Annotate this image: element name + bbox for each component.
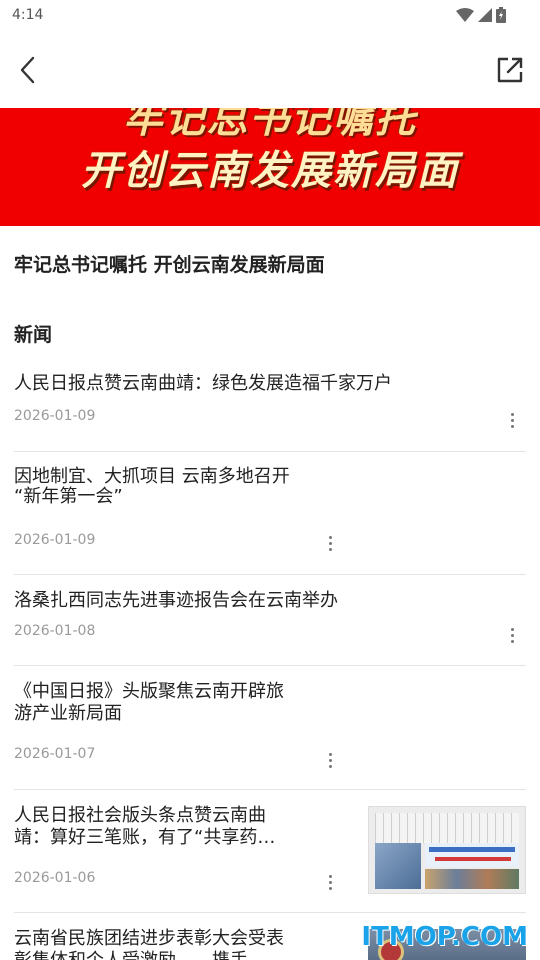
banner-headline: 开创云南发展新局面 bbox=[81, 148, 459, 194]
more-dot bbox=[510, 633, 514, 637]
more-dot bbox=[328, 541, 332, 545]
news-title: 云南省民族团结进步表彰大会受表 bbox=[14, 928, 284, 949]
article-title: 牢记总书记嘱托 开创云南发展新局面 bbox=[14, 254, 325, 276]
more-dot bbox=[510, 412, 514, 416]
chevron-left-icon bbox=[20, 56, 35, 84]
more-dot bbox=[328, 535, 332, 539]
news-title-cont: “新年第一会” bbox=[14, 486, 123, 507]
news-thumbnail bbox=[368, 806, 526, 894]
more-dot bbox=[328, 547, 332, 551]
news-item[interactable]: 人民日报社会版头条点赞云南曲 靖：算好三笔账，有了“共享药… 2026-01-0… bbox=[14, 790, 526, 913]
more-options-button[interactable] bbox=[502, 408, 522, 432]
news-date: 2026-01-08 bbox=[14, 623, 96, 639]
news-item[interactable]: 《中国日报》头版聚焦云南开辟旅 游产业新局面 2026-01-07 bbox=[14, 666, 526, 790]
thumb-subhead-bar bbox=[435, 857, 511, 861]
more-options-button[interactable] bbox=[320, 748, 340, 772]
more-dot bbox=[510, 627, 514, 631]
news-title: 人民日报社会版头条点赞云南曲 bbox=[14, 805, 266, 826]
news-item[interactable]: 因地制宜、大抓项目 云南多地召开 “新年第一会” 2026-01-09 bbox=[14, 452, 526, 575]
battery-icon bbox=[496, 7, 506, 23]
open-external-icon bbox=[497, 57, 523, 83]
news-item[interactable]: 洛桑扎西同志先进事迹报告会在云南举办 2026-01-08 bbox=[14, 575, 526, 666]
more-options-button[interactable] bbox=[502, 623, 522, 647]
thumb-photo-strip bbox=[425, 869, 519, 889]
cell-signal-icon bbox=[478, 8, 492, 22]
open-external-button[interactable] bbox=[494, 54, 526, 86]
news-title-cont: 靖：算好三笔账，有了“共享药… bbox=[14, 827, 276, 848]
news-date: 2026-01-09 bbox=[14, 408, 96, 424]
more-dot bbox=[328, 874, 332, 878]
more-dot bbox=[510, 424, 514, 428]
more-dot bbox=[510, 418, 514, 422]
status-bar: 4:14 bbox=[0, 0, 540, 32]
thumb-paper-columns bbox=[375, 813, 519, 843]
thumb-photo bbox=[375, 843, 421, 889]
news-title-cont: 游产业新局面 bbox=[14, 703, 122, 724]
article-banner: 牢记总书记嘱托 开创云南发展新局面 bbox=[0, 108, 540, 226]
news-title-cont: 彰集体和个人受激励——携手… bbox=[14, 949, 266, 960]
more-dot bbox=[328, 886, 332, 890]
status-icons bbox=[456, 6, 506, 24]
more-options-button[interactable] bbox=[320, 531, 340, 555]
news-title: 洛桑扎西同志先进事迹报告会在云南举办 bbox=[14, 590, 338, 611]
news-date: 2026-01-07 bbox=[14, 746, 96, 762]
more-dot bbox=[328, 758, 332, 762]
more-dot bbox=[510, 639, 514, 643]
news-item[interactable]: 人民日报点赞云南曲靖：绿色发展造福千家万户 2026-01-09 bbox=[14, 366, 526, 452]
wifi-icon bbox=[456, 8, 474, 22]
section-title: 新闻 bbox=[14, 324, 53, 346]
back-button[interactable] bbox=[12, 54, 44, 86]
thumb-headline-bar bbox=[429, 847, 515, 852]
watermark: ITMOP.COM bbox=[361, 922, 528, 952]
news-title: 《中国日报》头版聚焦云南开辟旅 bbox=[14, 681, 284, 702]
news-date: 2026-01-06 bbox=[14, 870, 96, 886]
more-dot bbox=[328, 880, 332, 884]
app-bar bbox=[0, 32, 540, 108]
more-dot bbox=[328, 752, 332, 756]
news-date: 2026-01-09 bbox=[14, 532, 96, 548]
more-dot bbox=[328, 764, 332, 768]
news-title: 人民日报点赞云南曲靖：绿色发展造福千家万户 bbox=[14, 373, 392, 394]
status-time: 4:14 bbox=[12, 7, 44, 23]
more-options-button[interactable] bbox=[320, 870, 340, 894]
